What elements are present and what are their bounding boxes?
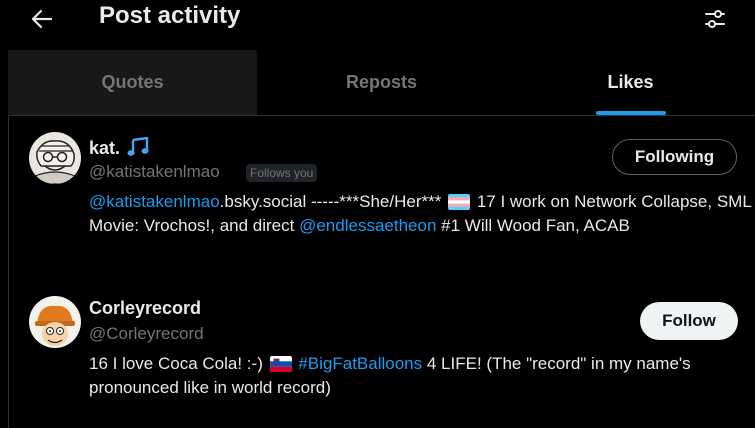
user-handle[interactable]: @Corleyrecord (89, 324, 204, 344)
user-cell-corleyrecord[interactable]: Corleyrecord @Corleyrecord Follow 16 I l… (9, 280, 755, 428)
tab-indicator (595, 111, 666, 115)
follow-button[interactable]: Follow (640, 302, 738, 340)
display-name[interactable]: kat. (89, 136, 149, 159)
bio-hashtag-link[interactable]: #BigFatBalloons (298, 354, 422, 373)
avatar[interactable] (29, 296, 81, 348)
page-title: Post activity (99, 2, 241, 29)
tab-label: Likes (607, 72, 654, 92)
tab-bar: Quotes Reposts Likes (8, 50, 755, 116)
filter-settings-button[interactable] (699, 3, 731, 35)
avatar[interactable] (29, 132, 81, 184)
slovenia-flag-icon (269, 356, 292, 372)
arrow-left-icon (31, 9, 53, 29)
bio-mention-link[interactable]: @katistakenlmao (89, 192, 220, 211)
tab-likes[interactable]: Likes (506, 50, 755, 115)
user-cell-kat[interactable]: kat. @katistakenlmao Follows you Followi… (9, 116, 755, 276)
music-note-icon (127, 136, 149, 156)
user-bio: @katistakenlmao.bsky.social -----***She/… (89, 192, 752, 235)
tab-quotes[interactable]: Quotes (8, 50, 257, 115)
user-handle[interactable]: @katistakenlmao (89, 162, 220, 182)
back-button[interactable] (22, 4, 62, 34)
user-bio: 16 I love Coca Cola! :-) #BigFatBalloons… (89, 354, 691, 397)
tab-label: Reposts (345, 72, 417, 92)
page-header: Post activity (0, 0, 755, 50)
follows-you-badge: Follows you (246, 164, 318, 182)
display-name[interactable]: Corleyrecord (89, 298, 201, 319)
tab-label: Quotes (101, 72, 164, 92)
tab-reposts[interactable]: Reposts (257, 50, 506, 115)
transgender-flag-icon (448, 194, 471, 210)
sliders-icon (705, 10, 725, 28)
following-button[interactable]: Following (612, 139, 737, 175)
bio-mention-link[interactable]: @endlessaetheon (299, 216, 436, 235)
